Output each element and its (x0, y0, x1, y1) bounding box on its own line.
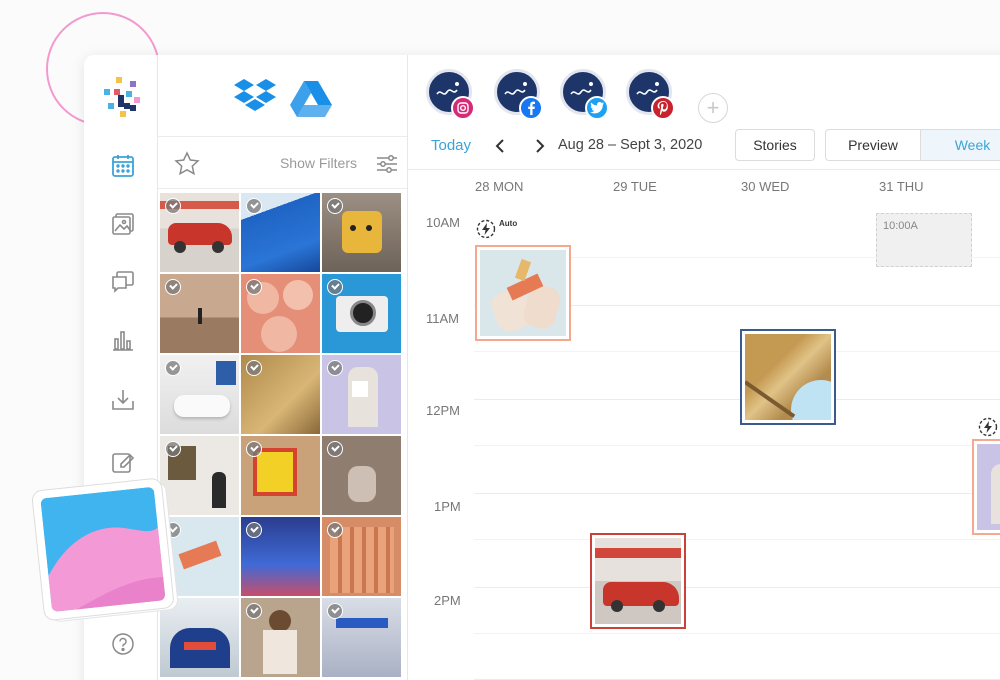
grid-line (474, 493, 1000, 494)
week-view-button[interactable]: Week (920, 129, 1000, 161)
selected-check-icon (327, 198, 343, 214)
media-tile[interactable] (241, 193, 320, 272)
account-avatar-facebook[interactable] (494, 69, 543, 120)
media-tile[interactable] (241, 274, 320, 353)
selected-check-icon (165, 360, 181, 376)
selected-check-icon (246, 279, 262, 295)
grid-line (474, 539, 1000, 540)
day-header: 30 WED (741, 179, 790, 194)
media-panel: Show Filters (158, 55, 408, 680)
hour-label: 10AM (426, 215, 460, 230)
calendar-toolbar: Today Aug 28 – Sept 3, 2020 Stories Prev… (408, 127, 1000, 167)
media-tile[interactable] (322, 193, 401, 272)
dragging-media-card[interactable] (30, 474, 182, 626)
selected-check-icon (165, 441, 181, 457)
dropbox-icon[interactable] (234, 77, 276, 115)
media-grid (160, 193, 408, 677)
selected-check-icon (327, 279, 343, 295)
help-icon[interactable] (106, 627, 140, 661)
grid-line (474, 445, 1000, 446)
preview-button[interactable]: Preview (825, 129, 921, 161)
auto-post-badge: A (978, 417, 1000, 437)
hour-label: 1PM (434, 499, 461, 514)
media-tile[interactable] (322, 436, 401, 515)
selected-check-icon (246, 198, 262, 214)
calendar-icon[interactable] (106, 149, 140, 183)
conversations-icon[interactable] (106, 265, 140, 299)
hour-label: 2PM (434, 593, 461, 608)
scheduled-post-partial[interactable] (972, 439, 1000, 535)
selected-check-icon (246, 522, 262, 538)
selected-check-icon (246, 441, 262, 457)
app-window: Show Filters + Today Aug 28 – Sept 3, 20… (84, 55, 1000, 680)
pinterest-icon (651, 96, 675, 120)
media-tile[interactable] (241, 355, 320, 434)
filter-sliders-icon[interactable] (376, 154, 398, 174)
add-account-button[interactable]: + (698, 93, 728, 123)
chevron-left-icon[interactable] (492, 135, 510, 157)
day-header: 31 THU (879, 179, 924, 194)
selected-check-icon (165, 279, 181, 295)
twitter-icon (585, 96, 609, 120)
media-tile[interactable] (160, 193, 239, 272)
media-tile[interactable] (160, 274, 239, 353)
hour-label: 11AM (426, 311, 459, 326)
day-header: 29 TUE (613, 179, 657, 194)
chevron-right-icon[interactable] (530, 135, 548, 157)
filter-bar: Show Filters (158, 137, 407, 189)
selected-check-icon (246, 360, 262, 376)
grid-line (474, 351, 1000, 352)
analytics-icon[interactable] (106, 323, 140, 357)
media-tile[interactable] (241, 436, 320, 515)
scheduled-post-pinterest[interactable] (590, 533, 686, 629)
date-range-label: Aug 28 – Sept 3, 2020 (558, 137, 703, 153)
selected-check-icon (327, 441, 343, 457)
auto-post-badge: Auto (476, 219, 517, 239)
selected-check-icon (327, 360, 343, 376)
media-tile[interactable] (241, 517, 320, 596)
auto-publish-icon (476, 219, 496, 239)
media-tile[interactable] (322, 274, 401, 353)
stories-button[interactable]: Stories (735, 129, 815, 161)
account-avatar-twitter[interactable] (560, 69, 609, 120)
time-grid: 10AM 11AM 12PM 1PM 2PM Auto 10:00A (408, 199, 1000, 680)
calendar-panel: + Today Aug 28 – Sept 3, 2020 Stories Pr… (408, 55, 1000, 680)
media-sources (158, 55, 407, 137)
instagram-icon (451, 96, 475, 120)
today-button[interactable]: Today (431, 137, 471, 154)
account-avatar-instagram[interactable] (426, 69, 475, 120)
facebook-icon (519, 96, 543, 120)
app-logo (100, 75, 144, 119)
day-header: 28 MON (475, 179, 524, 194)
scheduled-post-instagram[interactable] (475, 245, 571, 341)
grid-line (474, 633, 1000, 634)
selected-check-icon (246, 603, 262, 619)
auto-publish-icon (978, 417, 998, 437)
placeholder-time: 10:00A (883, 220, 918, 232)
media-library-icon[interactable] (106, 207, 140, 241)
selected-check-icon (327, 603, 343, 619)
download-icon[interactable] (106, 383, 140, 417)
show-filters-link[interactable]: Show Filters (280, 155, 357, 171)
placeholder-slot[interactable]: 10:00A (876, 213, 972, 267)
media-tile[interactable] (241, 598, 320, 677)
grid-line (474, 587, 1000, 588)
media-tile[interactable] (322, 355, 401, 434)
image-placeholder-icon (31, 478, 179, 622)
days-header: 28 MON 29 TUE 30 WED 31 THU (408, 169, 1000, 199)
grid-line (474, 399, 1000, 400)
auto-label: Auto (499, 219, 518, 228)
account-avatar-pinterest[interactable] (626, 69, 675, 120)
google-drive-icon[interactable] (290, 81, 332, 117)
hour-label: 12PM (426, 403, 460, 418)
media-tile[interactable] (322, 598, 401, 677)
media-tile[interactable] (322, 517, 401, 596)
selected-check-icon (165, 198, 181, 214)
selected-check-icon (327, 522, 343, 538)
scheduled-post-facebook[interactable] (740, 329, 836, 425)
star-icon[interactable] (174, 151, 200, 177)
media-tile[interactable] (160, 355, 239, 434)
social-accounts: + (426, 69, 746, 125)
